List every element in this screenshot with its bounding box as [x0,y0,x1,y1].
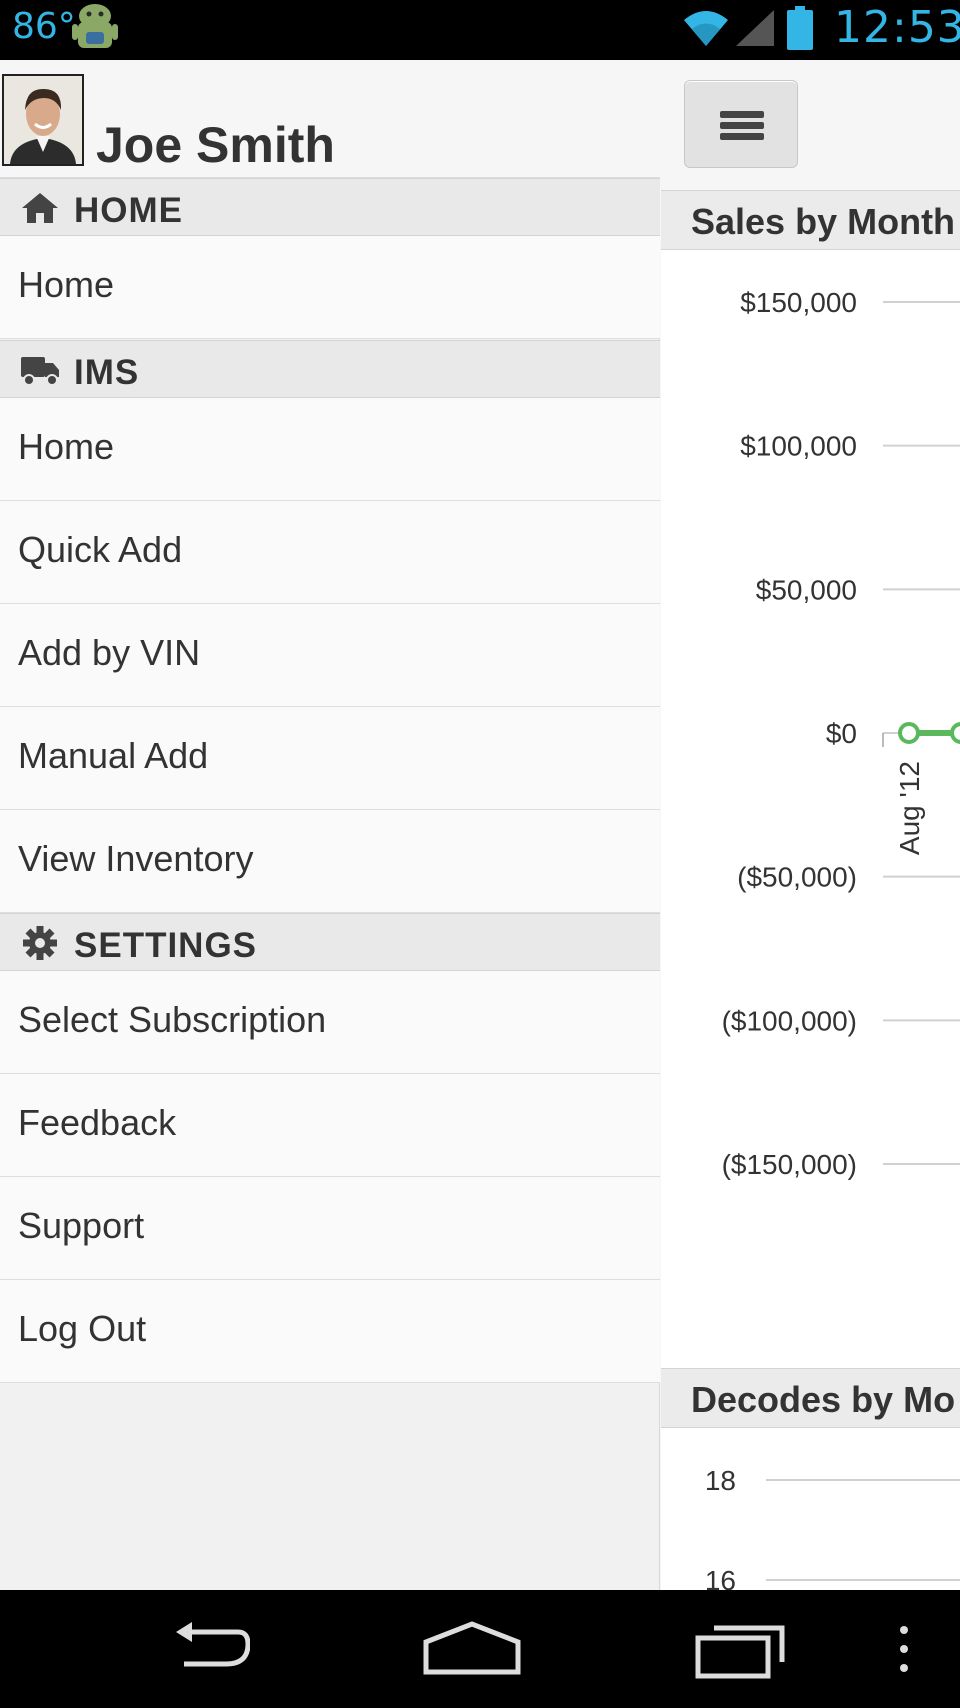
menu-item-home[interactable]: Home [0,236,660,339]
section-label-settings: SETTINGS [74,926,258,965]
decodes-chart: 18 16 [661,1428,960,1590]
menu-item-label: Select Subscription [18,999,327,1040]
android-robot-icon [72,4,118,48]
decodes-chart-svg: 1816 [705,1465,960,1590]
menu-item-view-inventory[interactable]: View Inventory [0,810,660,913]
menu-item-label: Support [18,1205,145,1246]
menu-item-label: Add by VIN [18,632,201,673]
home-icon [22,193,58,223]
navigation-drawer: Joe Smith HOME Home IMS Home Quick Add A… [0,60,660,1590]
back-icon[interactable] [156,1620,250,1676]
home-nav-icon[interactable] [420,1618,524,1678]
panel-header-decodes: Decodes by Mo [661,1368,960,1428]
main-content: Sales by Month $150,000 $100,000 $50,000 $0… [661,60,960,1590]
menu-item-log-out[interactable]: Log Out [0,1280,660,1383]
y-tick-label: $100,000 [740,431,857,462]
menu-item-support[interactable]: Support [0,1177,660,1280]
menu-item-label: Feedback [18,1102,177,1143]
menu-item-manual-add[interactable]: Manual Add [0,707,660,810]
section-label-ims: IMS [74,353,140,392]
data-point [950,722,960,744]
gear-icon [23,926,57,960]
menu-item-label: Log Out [18,1308,147,1349]
menu-item-label: View Inventory [18,838,254,879]
y-tick-label: ($150,000) [722,1149,857,1180]
y-tick-label: ($100,000) [722,1005,857,1036]
menu-item-label: Quick Add [18,529,183,570]
y-tick-label: 18 [705,1465,736,1496]
x-tick-label: Aug '12 [894,761,925,855]
hamburger-menu-icon [720,111,764,118]
y-tick-label: 16 [705,1565,736,1590]
y-tick-label: $0 [826,718,857,749]
menu-item-label: Manual Add [18,735,209,776]
menu-item-label: Home [18,264,115,305]
panel-header-sales: Sales by Month [661,190,960,250]
section-header-ims: IMS [0,340,660,398]
sales-chart-svg: $150,000 $100,000 $50,000 $0 ($50,000) ($100,… [722,287,960,1180]
y-tick-label: $150,000 [740,287,857,318]
profile-name: Joe Smith [96,117,335,173]
y-tick-label: ($50,000) [737,862,857,893]
panel-title-sales: Sales by Month [691,201,956,242]
status-bar: 86° 12:53 [0,0,960,60]
section-header-settings: SETTINGS [0,913,660,971]
menu-item-ims-home[interactable]: Home [0,398,660,501]
hamburger-bar [720,122,764,129]
data-point [898,722,920,744]
panel-title-decodes: Decodes by Mo [691,1379,956,1420]
system-nav-bar [0,1590,960,1708]
recent-apps-icon[interactable] [694,1618,788,1680]
app-screen: Joe Smith HOME Home IMS Home Quick Add A… [0,60,960,1590]
cell-signal-icon [736,10,774,46]
y-tick-label: $50,000 [756,574,857,605]
wifi-icon [684,11,728,46]
sales-chart: $150,000 $100,000 $50,000 $0 ($50,000) ($100,… [661,250,960,1368]
profile-header[interactable]: Joe Smith [0,60,660,178]
menu-item-quick-add[interactable]: Quick Add [0,501,660,604]
overflow-menu-icon[interactable] [896,1624,912,1674]
battery-icon [787,6,813,50]
menu-item-add-by-vin[interactable]: Add by VIN [0,604,660,707]
hamburger-bar [720,133,764,140]
truck-icon [21,357,59,386]
menu-item-select-subscription[interactable]: Select Subscription [0,971,660,1074]
menu-item-label: Home [18,426,115,467]
temperature-readout: 86° [12,6,76,47]
menu-toggle-button[interactable] [684,80,798,168]
avatar [2,74,84,166]
section-header-home: HOME [0,178,660,236]
section-label-home: HOME [74,191,183,230]
clock: 12:53 [834,2,960,53]
menu-item-feedback[interactable]: Feedback [0,1074,660,1177]
